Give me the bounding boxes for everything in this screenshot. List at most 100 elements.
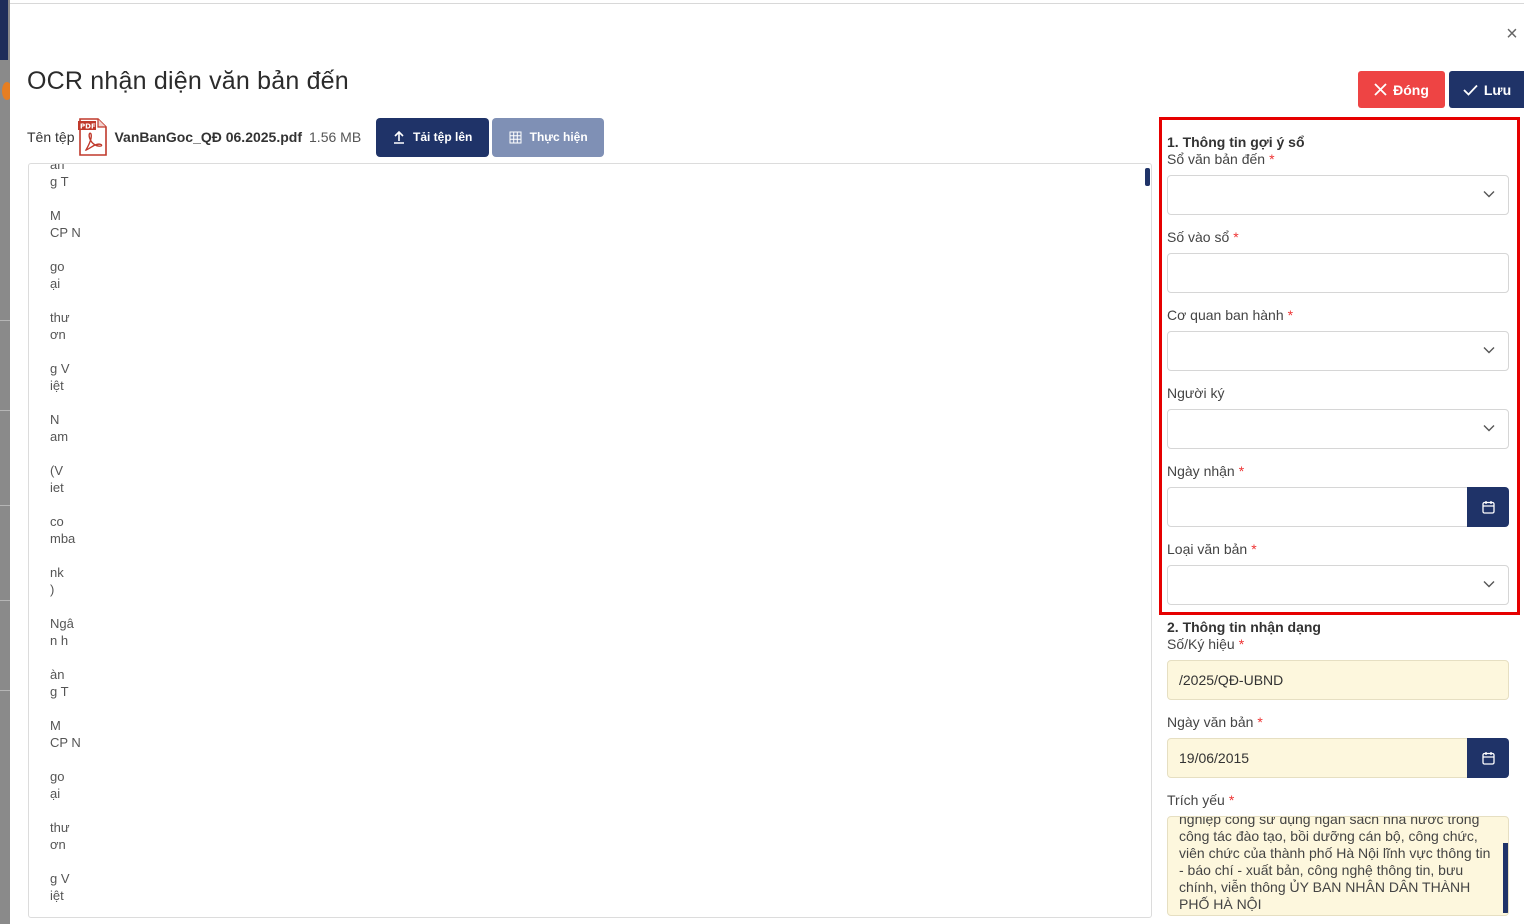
calendar-button[interactable] [1467,738,1509,778]
ocr-text-group: g V iệt [50,870,250,904]
ocr-modal: × OCR nhận diện văn bản đến Đóng Lưu Tên… [10,3,1524,924]
ocr-text-group: go ại [50,768,250,802]
file-size: 1.56 MB [309,129,362,145]
ngay-van-ban-label: Ngày văn bản * [1167,714,1263,730]
ocr-text-line: iệt [50,888,64,903]
ocr-text-content: àn g T M CP N go ại thư ơn g V iệt Nam (V iet co mba nk… [50,163,250,917]
ocr-text-line: iệt [50,378,64,393]
ocr-text-line: co [50,514,64,529]
ocr-text-line: (V [50,463,63,478]
ocr-text-line: M [50,208,61,223]
file-label: Tên tệp [27,129,75,145]
ocr-text-line: àn [50,667,65,682]
ocr-text-line: CP N [50,225,81,240]
trich-yeu-textarea[interactable]: nghiệp công sử dụng ngân sách nhà nước t… [1167,816,1509,916]
so-vao-so-input[interactable] [1167,253,1509,293]
trich-yeu-text: nghiệp công sử dụng ngân sách nhà nước t… [1179,816,1491,912]
save-button-label: Lưu [1483,81,1512,98]
upload-button-label: Tải tệp lên [412,130,473,144]
ocr-text-line: iet [50,480,64,495]
ocr-text-line: CP N [50,735,81,750]
nguoi-ky-select[interactable] [1167,409,1509,449]
chevron-down-icon [1483,581,1495,588]
section-suggest-title: 1. Thông tin gợi ý sổ [1167,134,1305,150]
svg-text:PDF: PDF [80,123,96,131]
ocr-text-line: ại [50,786,61,801]
ocr-text-group: M CP N [50,207,250,241]
ocr-text-line: go [50,259,65,274]
ocr-text-line: g T [50,684,69,699]
close-icon[interactable]: × [1504,24,1520,44]
ocr-text-line: Ngâ [50,616,74,631]
pdf-file-icon: PDF [78,117,108,157]
calendar-icon [1481,501,1495,514]
ocr-text-line: ) [50,582,55,597]
ocr-text-line: thư [50,820,70,835]
background-page [0,0,10,924]
co-quan-select[interactable] [1167,331,1509,371]
calendar-button[interactable] [1467,487,1509,527]
ocr-text-line: g T [50,174,69,189]
loai-van-ban-label: Loại văn bản * [1167,541,1257,557]
section-recognize-title: 2. Thông tin nhận dạng [1167,619,1321,635]
trich-yeu-label: Trích yếu * [1167,792,1235,808]
ngay-van-ban-field: 19/06/2015 [1167,738,1509,778]
ngay-nhan-label: Ngày nhận * [1167,463,1245,479]
close-button-label: Đóng [1393,81,1429,98]
textarea-scrollbar[interactable] [1503,843,1508,913]
ocr-text-line: ơn [50,327,66,342]
loai-van-ban-select[interactable] [1167,565,1509,605]
ocr-text-line: go [50,769,65,784]
ocr-text-line: ại [50,276,61,291]
ocr-text-group: (V iet [50,462,250,496]
ocr-text-line: thư [50,310,70,325]
ocr-text-panel[interactable]: àn g T M CP N go ại thư ơn g V iệt Nam (V iet co mba nk… [28,163,1152,918]
close-button[interactable]: Đóng [1358,71,1445,108]
ocr-text-line: nk [50,565,64,580]
so-ky-hieu-input[interactable]: /2025/QĐ-UBND [1167,660,1509,700]
ocr-text-group: thư ơn [50,819,250,853]
x-icon [1374,83,1387,96]
ocr-text-line: àn [50,163,65,172]
chevron-down-icon [1483,347,1495,354]
ngay-nhan-field [1167,487,1509,527]
so-van-ban-den-select[interactable] [1167,175,1509,215]
ocr-text-group: thư ơn [50,309,250,343]
info-form: 1. Thông tin gợi ý sổ Sổ văn bản đến * Số… [1159,117,1524,924]
upload-button[interactable]: Tải tệp lên [376,117,490,157]
execute-button[interactable]: Thực hiện [492,117,605,157]
co-quan-label: Cơ quan ban hành * [1167,307,1294,323]
ngay-nhan-input[interactable] [1167,487,1468,527]
ocr-text-group: co mba [50,513,250,547]
execute-button-label: Thực hiện [529,130,588,144]
so-ky-hieu-label: Số/Ký hiệu * [1167,636,1245,652]
ocr-text-line: g V [50,361,70,376]
ocr-text-line: n h [50,633,69,648]
calendar-icon [1481,752,1495,765]
nguoi-ky-label: Người ký [1167,385,1225,401]
ocr-text-group: Ngâ n h [50,615,250,649]
ocr-text-line: N [50,412,60,427]
ocr-text-line: mba [50,531,76,546]
file-name: VanBanGoc_QĐ 06.2025.pdf [114,129,303,145]
ocr-text-line: M [50,718,61,733]
check-icon [1463,84,1478,96]
ocr-text-group: nk) [50,564,250,598]
ocr-text-group: Nam [50,411,250,445]
ocr-text-group: àn g T [50,163,250,190]
ocr-text-group: àn g T [50,666,250,700]
ngay-van-ban-input[interactable]: 19/06/2015 [1167,738,1468,778]
file-row: Tên tệp PDF VanBanGoc_QĐ 06.2025.pdf 1.5… [27,117,605,157]
scan-grid-icon [509,131,522,143]
chevron-down-icon [1483,191,1495,198]
upload-icon [393,130,404,144]
ocr-scrollbar[interactable] [1145,168,1150,186]
ocr-text-line: g V [50,871,70,886]
chevron-down-icon [1483,425,1495,432]
page-title: OCR nhận diện văn bản đến [27,67,349,95]
ocr-text-group: M CP N [50,717,250,751]
ocr-text-group: go ại [50,258,250,292]
save-button[interactable]: Lưu [1449,71,1524,108]
so-vao-so-label: Số vào sổ * [1167,229,1239,245]
ocr-text-line: am [50,429,69,444]
